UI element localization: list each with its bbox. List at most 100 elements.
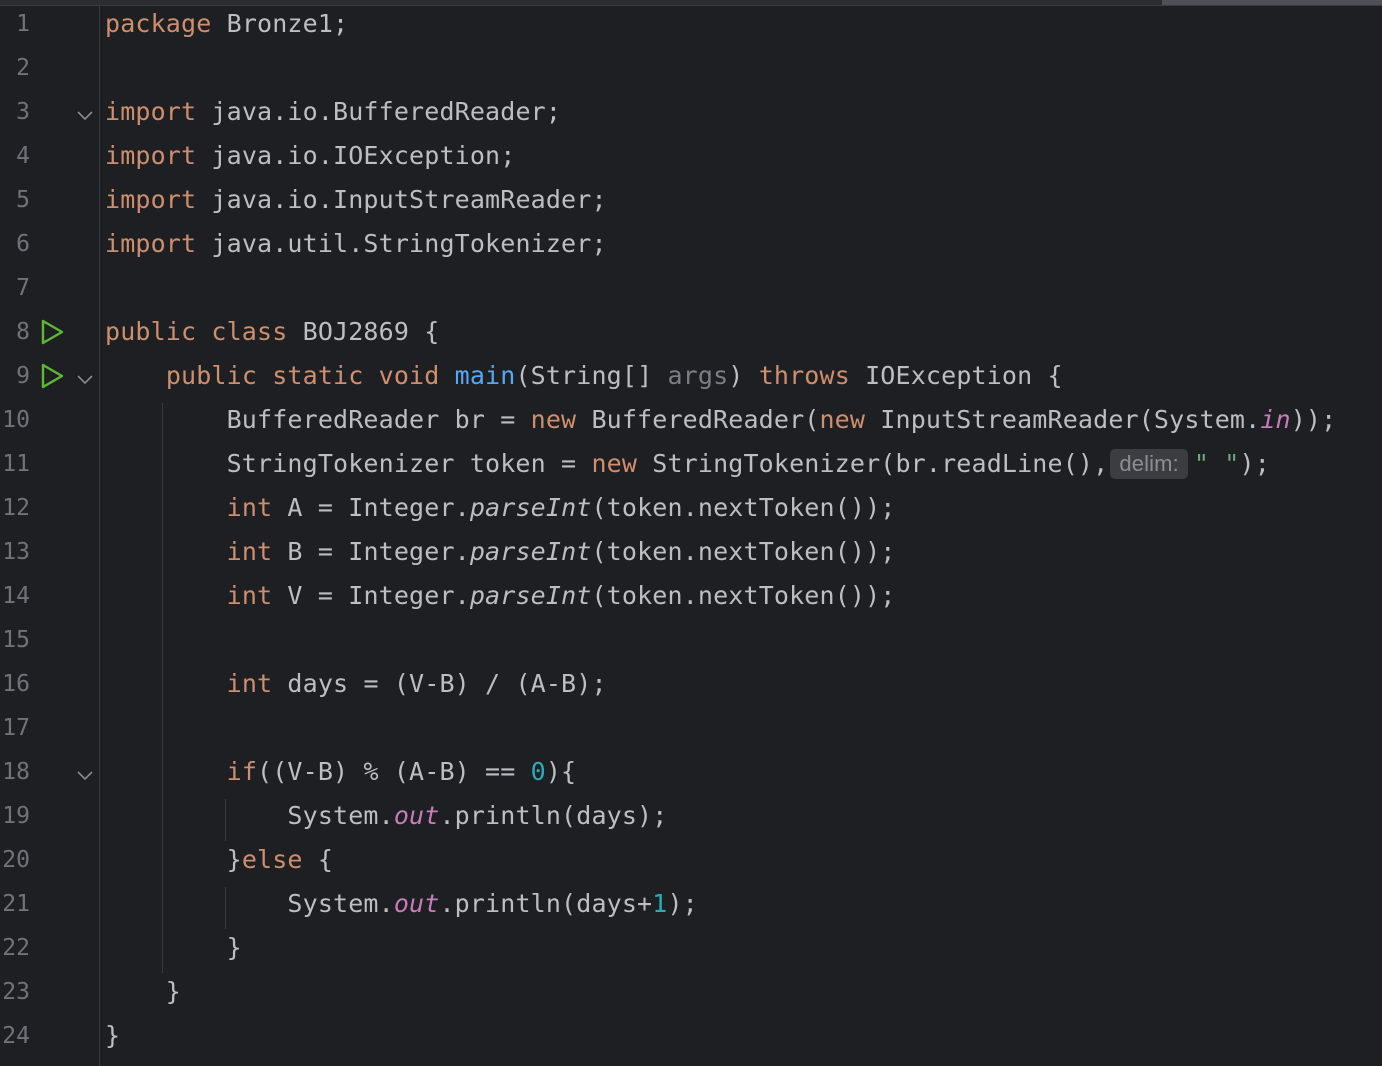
code-text[interactable]: import java.util.StringTokenizer;: [105, 228, 607, 260]
code-token: System.: [105, 801, 394, 830]
code-token: args: [667, 361, 729, 390]
run-gutter-icon[interactable]: [38, 318, 66, 346]
code-line[interactable]: 24}: [0, 1014, 1382, 1058]
code-token: java.io.BufferedReader;: [196, 97, 562, 126]
code-token: (String[]: [515, 361, 668, 390]
line-number: 16: [2, 671, 30, 697]
code-token: BOJ2869 {: [287, 317, 440, 346]
line-number: 22: [2, 935, 30, 961]
code-line[interactable]: 9 public static void main(String[] args)…: [0, 354, 1382, 398]
code-token: (token.nextToken());: [591, 537, 896, 566]
code-token: }: [105, 1021, 121, 1050]
code-line[interactable]: 19 System.out.println(days);: [0, 794, 1382, 838]
code-text[interactable]: }: [105, 1020, 120, 1052]
code-line[interactable]: 5 import java.io.InputStreamReader;: [0, 178, 1382, 222]
code-line[interactable]: 1 package Bronze1;: [0, 2, 1382, 46]
code-line[interactable]: 3 import java.io.BufferedReader;: [0, 90, 1382, 134]
code-token: java.io.IOException;: [196, 141, 516, 170]
code-text[interactable]: if((V-B) % (A-B) == 0){: [105, 756, 576, 788]
code-token: import: [105, 141, 197, 170]
code-token: import: [105, 229, 197, 258]
code-line[interactable]: 2: [0, 46, 1382, 90]
code-line[interactable]: 22 }: [0, 926, 1382, 970]
line-number: 6: [16, 231, 30, 257]
fold-chevron-icon[interactable]: [75, 762, 95, 782]
code-token: V = Integer.: [272, 581, 470, 610]
code-token: import: [105, 97, 197, 126]
code-token: ){: [545, 757, 577, 786]
code-line[interactable]: 21 System.out.println(days+1);: [0, 882, 1382, 926]
code-line[interactable]: 7: [0, 266, 1382, 310]
line-number: 12: [2, 495, 30, 521]
code-text[interactable]: int A = Integer.parseInt(token.nextToken…: [105, 492, 896, 524]
line-number: 13: [2, 539, 30, 565]
code-token: .println(days);: [439, 801, 668, 830]
code-line[interactable]: 4 import java.io.IOException;: [0, 134, 1382, 178]
line-number: 1: [16, 11, 30, 37]
fold-chevron-icon[interactable]: [75, 366, 95, 386]
line-number: 4: [16, 143, 30, 169]
code-line[interactable]: 17: [0, 706, 1382, 750]
code-line[interactable]: 13 int B = Integer.parseInt(token.nextTo…: [0, 530, 1382, 574]
code-text[interactable]: public static void main(String[] args) t…: [105, 360, 1063, 392]
code-text[interactable]: }else {: [105, 844, 333, 876]
code-line[interactable]: 12 int A = Integer.parseInt(token.nextTo…: [0, 486, 1382, 530]
code-text[interactable]: public class BOJ2869 {: [105, 316, 439, 348]
code-token: throws: [758, 361, 850, 390]
code-text[interactable]: }: [105, 976, 181, 1008]
code-token: parseInt: [469, 493, 592, 522]
code-token: new: [819, 405, 866, 434]
code-token: new: [530, 405, 577, 434]
code-token: ): [728, 361, 759, 390]
code-text[interactable]: }: [105, 932, 242, 964]
code-text[interactable]: System.out.println(days+1);: [105, 888, 698, 920]
code-text[interactable]: import java.io.BufferedReader;: [105, 96, 561, 128]
line-number: 8: [16, 319, 30, 345]
code-token: ));: [1290, 405, 1337, 434]
code-line[interactable]: 20 }else {: [0, 838, 1382, 882]
code-text[interactable]: StringTokenizer token = new StringTokeni…: [105, 448, 1270, 480]
code-token: int: [226, 537, 273, 566]
code-line[interactable]: 18 if((V-B) % (A-B) == 0){: [0, 750, 1382, 794]
code-text[interactable]: import java.io.IOException;: [105, 140, 515, 172]
code-token: int: [226, 581, 273, 610]
code-token: out: [393, 889, 440, 918]
line-number: 15: [2, 627, 30, 653]
code-token: {: [302, 845, 334, 874]
code-token: (token.nextToken());: [591, 493, 896, 522]
code-text[interactable]: System.out.println(days);: [105, 800, 667, 832]
code-editor[interactable]: 1 package Bronze1; 2 3 import java.io.Buffer…: [0, 0, 1382, 1066]
code-line[interactable]: 14 int V = Integer.parseInt(token.nextTo…: [0, 574, 1382, 618]
code-line[interactable]: 6 import java.util.StringTokenizer;: [0, 222, 1382, 266]
code-token: int: [226, 493, 273, 522]
code-line[interactable]: 15: [0, 618, 1382, 662]
code-line[interactable]: 8 public class BOJ2869 {: [0, 310, 1382, 354]
code-text[interactable]: int V = Integer.parseInt(token.nextToken…: [105, 580, 896, 612]
code-text[interactable]: BufferedReader br = new BufferedReader(n…: [105, 404, 1337, 436]
line-number: 3: [16, 99, 30, 125]
code-text[interactable]: int days = (V-B) / (A-B);: [105, 668, 607, 700]
code-token: parseInt: [469, 581, 592, 610]
code-token: B = Integer.: [272, 537, 470, 566]
code-token: in: [1260, 405, 1291, 434]
code-text[interactable]: import java.io.InputStreamReader;: [105, 184, 607, 216]
code-line[interactable]: 23 }: [0, 970, 1382, 1014]
code-text[interactable]: package Bronze1;: [105, 8, 348, 40]
code-token: }: [105, 977, 182, 1006]
line-number: 11: [2, 451, 30, 477]
code-text[interactable]: int B = Integer.parseInt(token.nextToken…: [105, 536, 896, 568]
code-line[interactable]: 10 BufferedReader br = new BufferedReade…: [0, 398, 1382, 442]
fold-chevron-icon[interactable]: [75, 102, 95, 122]
code-token: import: [105, 185, 197, 214]
code-line[interactable]: 16 int days = (V-B) / (A-B);: [0, 662, 1382, 706]
run-gutter-icon[interactable]: [38, 362, 66, 390]
indent-guide-if-block: [225, 799, 226, 841]
line-number: 14: [2, 583, 30, 609]
line-number: 10: [2, 407, 30, 433]
code-token: 0: [530, 757, 546, 786]
code-line[interactable]: 11 StringTokenizer token = new StringTok…: [0, 442, 1382, 486]
line-number: 24: [2, 1023, 30, 1049]
